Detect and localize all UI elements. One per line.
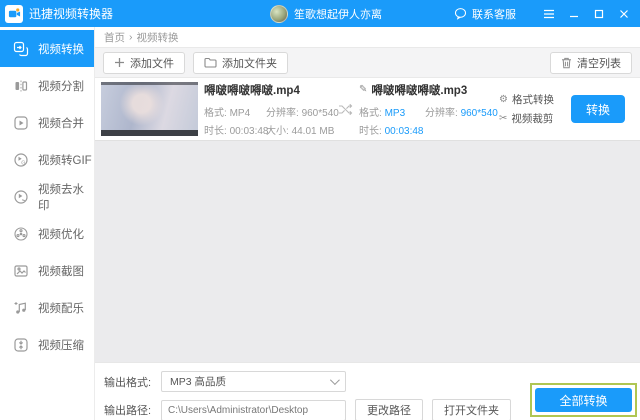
convert-button[interactable]: 转换 (571, 95, 625, 123)
video-screenshot-icon (13, 263, 29, 279)
scissors-icon: ✂ (499, 113, 508, 124)
sidebar-item-label: 视频压缩 (38, 339, 84, 352)
video-merge-icon (13, 115, 29, 131)
maximize-button[interactable] (591, 6, 607, 22)
contact-support-label: 联系客服 (472, 8, 516, 21)
video-watermark-remove-icon (13, 189, 29, 205)
source-format: 格式: MP4 (204, 107, 251, 119)
clear-list-label: 清空列表 (577, 57, 621, 70)
row-actions: ⚙ 格式转换 ✂ 视频裁剪 (499, 88, 563, 130)
video-soundtrack-icon (13, 300, 29, 316)
output-format-select[interactable]: MP3 高品质 (161, 371, 346, 392)
target-file-name: 嘚啵嘚啵嘚啵.mp3 (371, 84, 468, 97)
sidebar-item-video-optimize[interactable]: 视频优化 (0, 215, 94, 252)
target-file-info: ✎ 嘚啵嘚啵嘚啵.mp3 格式: MP3 分辨率: 960*540 时长: 00… (359, 82, 499, 137)
convert-all-highlight: 全部转换 (530, 383, 637, 417)
trash-icon (561, 57, 572, 69)
format-convert-label: 格式转换 (511, 94, 554, 106)
target-format: 格式: MP3 (359, 107, 406, 119)
sidebar-item-video-compress[interactable]: 视频压缩 (0, 326, 94, 363)
video-crop-label: 视频裁剪 (511, 113, 554, 125)
titlebar: 迅捷视频转换器 笙歌想起伊人亦离 联系客服 (0, 0, 640, 27)
toolbar: 添加文件 添加文件夹 清空列表 (95, 47, 640, 78)
breadcrumb-home[interactable]: 首页 (104, 30, 125, 45)
video-convert-icon (13, 41, 29, 57)
sidebar-item-label: 视频分割 (38, 80, 84, 93)
sidebar-item-video-soundtrack[interactable]: 视频配乐 (0, 289, 94, 326)
video-optimize-icon (13, 226, 29, 242)
source-duration: 时长: 00:03:48 (204, 125, 269, 137)
source-size: 大小: 44.01 MB (266, 125, 335, 137)
chat-bubble-icon (454, 7, 467, 20)
sidebar-item-label: 视频转GIF (38, 154, 92, 167)
svg-text:G: G (21, 160, 25, 166)
footer-panel: 输出格式: MP3 高品质 输出路径: 更改路径 打开文件夹 全部转换 (95, 362, 640, 420)
source-file-info: 嘚啵嘚啵嘚啵.mp4 格式: MP4 分辨率: 960*540 时长: 00:0… (204, 82, 339, 137)
video-crop-option[interactable]: ✂ 视频裁剪 (499, 111, 563, 126)
user-avatar[interactable] (270, 4, 288, 23)
breadcrumb-separator: › (129, 31, 133, 43)
sidebar: 视频转换 视频分割 视频合并 G 视频转GIF 视频去水印 视频优化 视频截图 … (0, 27, 95, 420)
minimize-button[interactable] (566, 6, 582, 22)
target-file-name-row: ✎ 嘚啵嘚啵嘚啵.mp3 (359, 82, 499, 98)
target-resolution: 分辨率: 960*540 (425, 107, 498, 119)
user-block[interactable]: 笙歌想起伊人亦离 (270, 4, 382, 23)
app-logo-icon (5, 4, 23, 23)
add-folder-button[interactable]: 添加文件夹 (193, 51, 288, 74)
gear-icon: ⚙ (499, 94, 508, 105)
edit-pencil-icon[interactable]: ✎ (359, 84, 367, 95)
username: 笙歌想起伊人亦离 (294, 8, 382, 21)
plus-icon (114, 57, 125, 68)
open-folder-button[interactable]: 打开文件夹 (432, 399, 511, 420)
app-title: 迅捷视频转换器 (29, 7, 114, 21)
format-convert-option[interactable]: ⚙ 格式转换 (499, 92, 563, 107)
video-split-icon (13, 78, 29, 94)
file-list-empty-area (95, 140, 640, 362)
source-meta-row-1: 格式: MP4 分辨率: 960*540 (204, 104, 339, 119)
shuffle-arrows-icon (338, 103, 353, 116)
close-button[interactable] (616, 6, 632, 22)
menu-icon[interactable] (541, 6, 557, 22)
main-panel: 首页 › 视频转换 添加文件 添加文件夹 清空列表 嘚啵嘚啵嘚啵.mp4 格式:… (95, 27, 640, 420)
file-list-row: 嘚啵嘚啵嘚啵.mp4 格式: MP4 分辨率: 960*540 时长: 00:0… (95, 78, 640, 140)
add-file-label: 添加文件 (130, 57, 174, 70)
source-meta-row-2: 时长: 00:03:48 大小: 44.01 MB (204, 122, 335, 137)
sidebar-item-video-convert[interactable]: 视频转换 (0, 30, 94, 67)
target-duration: 时长: 00:03:48 (359, 125, 424, 137)
target-meta-row-2: 时长: 00:03:48 (359, 122, 499, 137)
video-to-gif-icon: G (13, 152, 29, 168)
folder-icon (204, 57, 217, 68)
add-file-button[interactable]: 添加文件 (103, 51, 185, 74)
video-thumbnail[interactable] (101, 82, 198, 136)
clear-list-button[interactable]: 清空列表 (550, 51, 632, 74)
chevron-down-icon (329, 375, 340, 386)
output-format-value: MP3 高品质 (170, 376, 227, 388)
source-resolution: 分辨率: 960*540 (266, 107, 339, 119)
change-path-button[interactable]: 更改路径 (355, 399, 423, 420)
convert-all-button[interactable]: 全部转换 (535, 388, 632, 412)
sidebar-item-label: 视频截图 (38, 265, 84, 278)
breadcrumb-current: 视频转换 (136, 31, 179, 44)
target-meta-row-1: 格式: MP3 分辨率: 960*540 (359, 104, 499, 119)
breadcrumb: 首页 › 视频转换 (95, 27, 640, 47)
sidebar-item-video-split[interactable]: 视频分割 (0, 67, 94, 104)
video-compress-icon (13, 337, 29, 353)
sidebar-item-video-screenshot[interactable]: 视频截图 (0, 252, 94, 289)
sidebar-item-video-merge[interactable]: 视频合并 (0, 104, 94, 141)
output-format-label: 输出格式: (104, 376, 152, 389)
add-folder-label: 添加文件夹 (222, 57, 277, 70)
output-path-label: 输出路径: (104, 405, 152, 417)
sidebar-item-label: 视频配乐 (38, 302, 84, 315)
source-file-name: 嘚啵嘚啵嘚啵.mp4 (204, 84, 300, 97)
sidebar-item-label: 视频去水印 (38, 183, 84, 212)
sidebar-item-label: 视频转换 (38, 43, 84, 56)
app-window: 迅捷视频转换器 笙歌想起伊人亦离 联系客服 视频转换 视频分割 视频合并 G 视… (0, 0, 640, 420)
sidebar-item-label: 视频优化 (38, 228, 84, 241)
sidebar-item-video-watermark-remove[interactable]: 视频去水印 (0, 178, 94, 215)
sidebar-item-label: 视频合并 (38, 117, 84, 130)
contact-support-button[interactable]: 联系客服 (454, 6, 516, 22)
output-path-input[interactable] (161, 399, 346, 420)
sidebar-item-video-to-gif[interactable]: G 视频转GIF (0, 141, 94, 178)
